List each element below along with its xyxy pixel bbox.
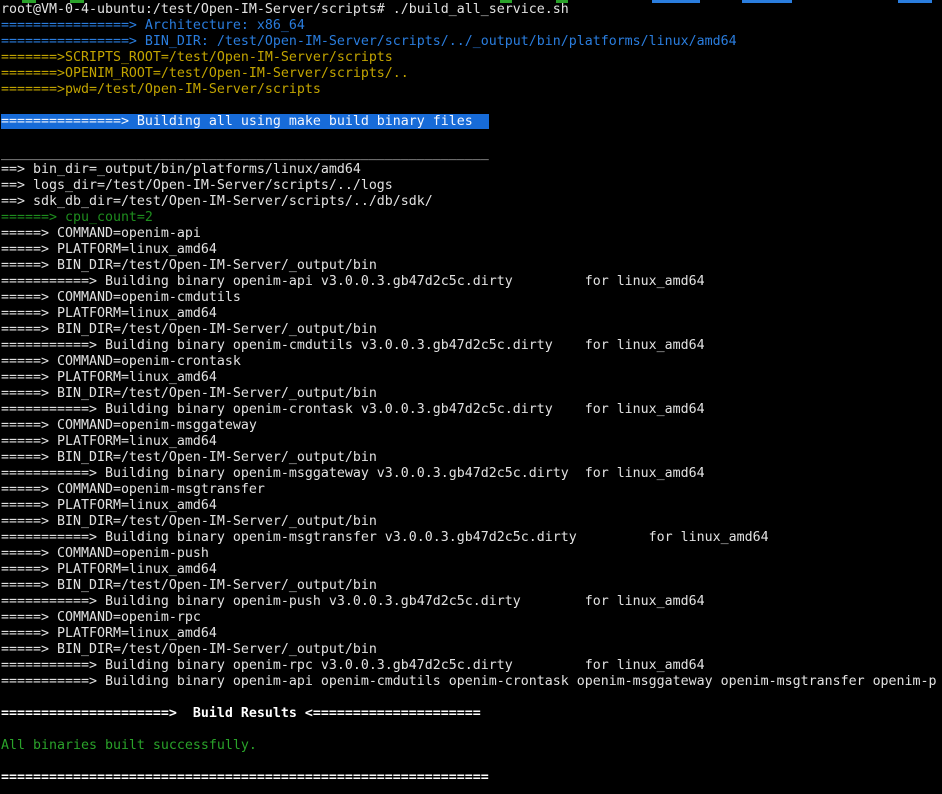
terminal-line: ==> bin_dir=_output/bin/platforms/linux/… (1, 162, 942, 178)
terminal-line-text: =======>SCRIPTS_ROOT=/test/Open-IM-Serve… (1, 50, 393, 65)
terminal-line (1, 754, 942, 770)
terminal-line-text: ===========> Building binary openim-push… (1, 594, 705, 609)
terminal-line-text: =====> COMMAND=openim-push (1, 546, 209, 561)
terminal-line: =======>SCRIPTS_ROOT=/test/Open-IM-Serve… (1, 50, 942, 66)
terminal-line-text: =====> BIN_DIR=/test/Open-IM-Server/_out… (1, 386, 377, 401)
terminal-line: =====> BIN_DIR=/test/Open-IM-Server/_out… (1, 642, 942, 658)
terminal-line-text: ======> cpu_count=2 (1, 210, 153, 225)
terminal-line-text: =====================> Build Results <==… (1, 706, 481, 721)
terminal-line: =====================> Build Results <==… (1, 706, 942, 722)
terminal-line-text: ==> logs_dir=/test/Open-IM-Server/script… (1, 178, 393, 193)
terminal-line: ===========> Building binary openim-cmdu… (1, 338, 942, 354)
terminal-line: =====> BIN_DIR=/test/Open-IM-Server/_out… (1, 322, 942, 338)
terminal-line: ________________________________________… (1, 146, 942, 162)
terminal-window[interactable]: root@VM-0-4-ubuntu:/test/Open-IM-Server/… (0, 0, 942, 794)
terminal-line: =====> COMMAND=openim-cmdutils (1, 290, 942, 306)
terminal-line-text: ===============> Building all using make… (1, 114, 489, 129)
terminal-line: ===========> Building binary openim-rpc … (1, 658, 942, 674)
terminal-line: =====> COMMAND=openim-msggateway (1, 418, 942, 434)
terminal-line: =====> BIN_DIR=/test/Open-IM-Server/_out… (1, 514, 942, 530)
terminal-line: ===========> Building binary openim-msgt… (1, 530, 942, 546)
terminal-output: root@VM-0-4-ubuntu:/test/Open-IM-Server/… (1, 2, 942, 786)
terminal-line: =====> COMMAND=openim-rpc (1, 610, 942, 626)
terminal-line-text: =======>pwd=/test/Open-IM-Server/scripts (1, 82, 321, 97)
terminal-line-text: ===========> Building binary openim-api … (1, 674, 937, 689)
terminal-line-text: ===========> Building binary openim-rpc … (1, 658, 705, 673)
terminal-line-text: ==> bin_dir=_output/bin/platforms/linux/… (1, 162, 361, 177)
terminal-line: =====> BIN_DIR=/test/Open-IM-Server/_out… (1, 450, 942, 466)
terminal-line-text: =====> PLATFORM=linux_amd64 (1, 434, 217, 449)
terminal-line-text: =====> BIN_DIR=/test/Open-IM-Server/_out… (1, 322, 377, 337)
terminal-line: ========================================… (1, 770, 942, 786)
terminal-line: ==> sdk_db_dir=/test/Open-IM-Server/scri… (1, 194, 942, 210)
terminal-line-text: =======>OPENIM_ROOT=/test/Open-IM-Server… (1, 66, 409, 81)
terminal-line: ================> Architecture: x86_64 (1, 18, 942, 34)
terminal-line-text: root@VM-0-4-ubuntu:/test/Open-IM-Server/… (1, 2, 569, 17)
terminal-line-text: =====> PLATFORM=linux_amd64 (1, 498, 217, 513)
terminal-line-text: ================> Architecture: x86_64 (1, 18, 305, 33)
terminal-line-text: =====> PLATFORM=linux_amd64 (1, 562, 217, 577)
terminal-line: =====> PLATFORM=linux_amd64 (1, 242, 942, 258)
terminal-line: ===============> Building all using make… (1, 114, 942, 130)
terminal-line-text: All binaries built successfully. (1, 738, 257, 753)
terminal-line: =======>pwd=/test/Open-IM-Server/scripts (1, 82, 942, 98)
terminal-line: =====> PLATFORM=linux_amd64 (1, 626, 942, 642)
terminal-line-text: ===========> Building binary openim-msgg… (1, 466, 705, 481)
terminal-line: =====> COMMAND=openim-crontask (1, 354, 942, 370)
terminal-line-text: =====> BIN_DIR=/test/Open-IM-Server/_out… (1, 642, 377, 657)
terminal-line: =====> PLATFORM=linux_amd64 (1, 370, 942, 386)
terminal-line-text: =====> PLATFORM=linux_amd64 (1, 306, 217, 321)
terminal-line: ===========> Building binary openim-msgg… (1, 466, 942, 482)
terminal-line-text: ================> BIN_DIR: /test/Open-IM… (1, 34, 737, 49)
terminal-line (1, 130, 942, 146)
terminal-line-text: ===========> Building binary openim-cmdu… (1, 338, 705, 353)
terminal-line: root@VM-0-4-ubuntu:/test/Open-IM-Server/… (1, 2, 942, 18)
terminal-line: =====> COMMAND=openim-push (1, 546, 942, 562)
terminal-line-text: ========================================… (1, 770, 489, 785)
terminal-line: ===========> Building binary openim-api … (1, 274, 942, 290)
terminal-line-text: =====> PLATFORM=linux_amd64 (1, 626, 217, 641)
terminal-line-text: =====> COMMAND=openim-rpc (1, 610, 201, 625)
terminal-line-text: =====> BIN_DIR=/test/Open-IM-Server/_out… (1, 450, 377, 465)
terminal-line: =====> COMMAND=openim-api (1, 226, 942, 242)
terminal-line-text: =====> BIN_DIR=/test/Open-IM-Server/_out… (1, 578, 377, 593)
terminal-line-text: =====> PLATFORM=linux_amd64 (1, 242, 217, 257)
terminal-line-text: =====> BIN_DIR=/test/Open-IM-Server/_out… (1, 514, 377, 529)
terminal-line-text: =====> COMMAND=openim-msggateway (1, 418, 257, 433)
terminal-line: ======> cpu_count=2 (1, 210, 942, 226)
terminal-line-text: ===========> Building binary openim-msgt… (1, 530, 769, 545)
terminal-line-text: =====> COMMAND=openim-msgtransfer (1, 482, 265, 497)
terminal-line: =====> PLATFORM=linux_amd64 (1, 434, 942, 450)
terminal-line-text: =====> PLATFORM=linux_amd64 (1, 370, 217, 385)
terminal-line-text: =====> COMMAND=openim-api (1, 226, 201, 241)
terminal-line-text: ________________________________________… (1, 146, 489, 161)
terminal-line: =====> PLATFORM=linux_amd64 (1, 306, 942, 322)
terminal-line: ===========> Building binary openim-api … (1, 674, 942, 690)
terminal-line-text: =====> COMMAND=openim-crontask (1, 354, 241, 369)
terminal-line (1, 722, 942, 738)
terminal-line-text: ===========> Building binary openim-cron… (1, 402, 705, 417)
terminal-line: All binaries built successfully. (1, 738, 942, 754)
terminal-line: =======>OPENIM_ROOT=/test/Open-IM-Server… (1, 66, 942, 82)
terminal-line: ==> logs_dir=/test/Open-IM-Server/script… (1, 178, 942, 194)
terminal-line: ===========> Building binary openim-cron… (1, 402, 942, 418)
terminal-line-text: =====> COMMAND=openim-cmdutils (1, 290, 241, 305)
terminal-line: ===========> Building binary openim-push… (1, 594, 942, 610)
terminal-line (1, 690, 942, 706)
terminal-line (1, 98, 942, 114)
terminal-line: =====> BIN_DIR=/test/Open-IM-Server/_out… (1, 386, 942, 402)
terminal-line: =====> PLATFORM=linux_amd64 (1, 562, 942, 578)
terminal-line: =====> PLATFORM=linux_amd64 (1, 498, 942, 514)
terminal-line: =====> COMMAND=openim-msgtransfer (1, 482, 942, 498)
terminal-line-text: ==> sdk_db_dir=/test/Open-IM-Server/scri… (1, 194, 433, 209)
terminal-line: =====> BIN_DIR=/test/Open-IM-Server/_out… (1, 258, 942, 274)
terminal-line-text: ===========> Building binary openim-api … (1, 274, 705, 289)
terminal-line: =====> BIN_DIR=/test/Open-IM-Server/_out… (1, 578, 942, 594)
terminal-line: ================> BIN_DIR: /test/Open-IM… (1, 34, 942, 50)
terminal-line-text: =====> BIN_DIR=/test/Open-IM-Server/_out… (1, 258, 377, 273)
